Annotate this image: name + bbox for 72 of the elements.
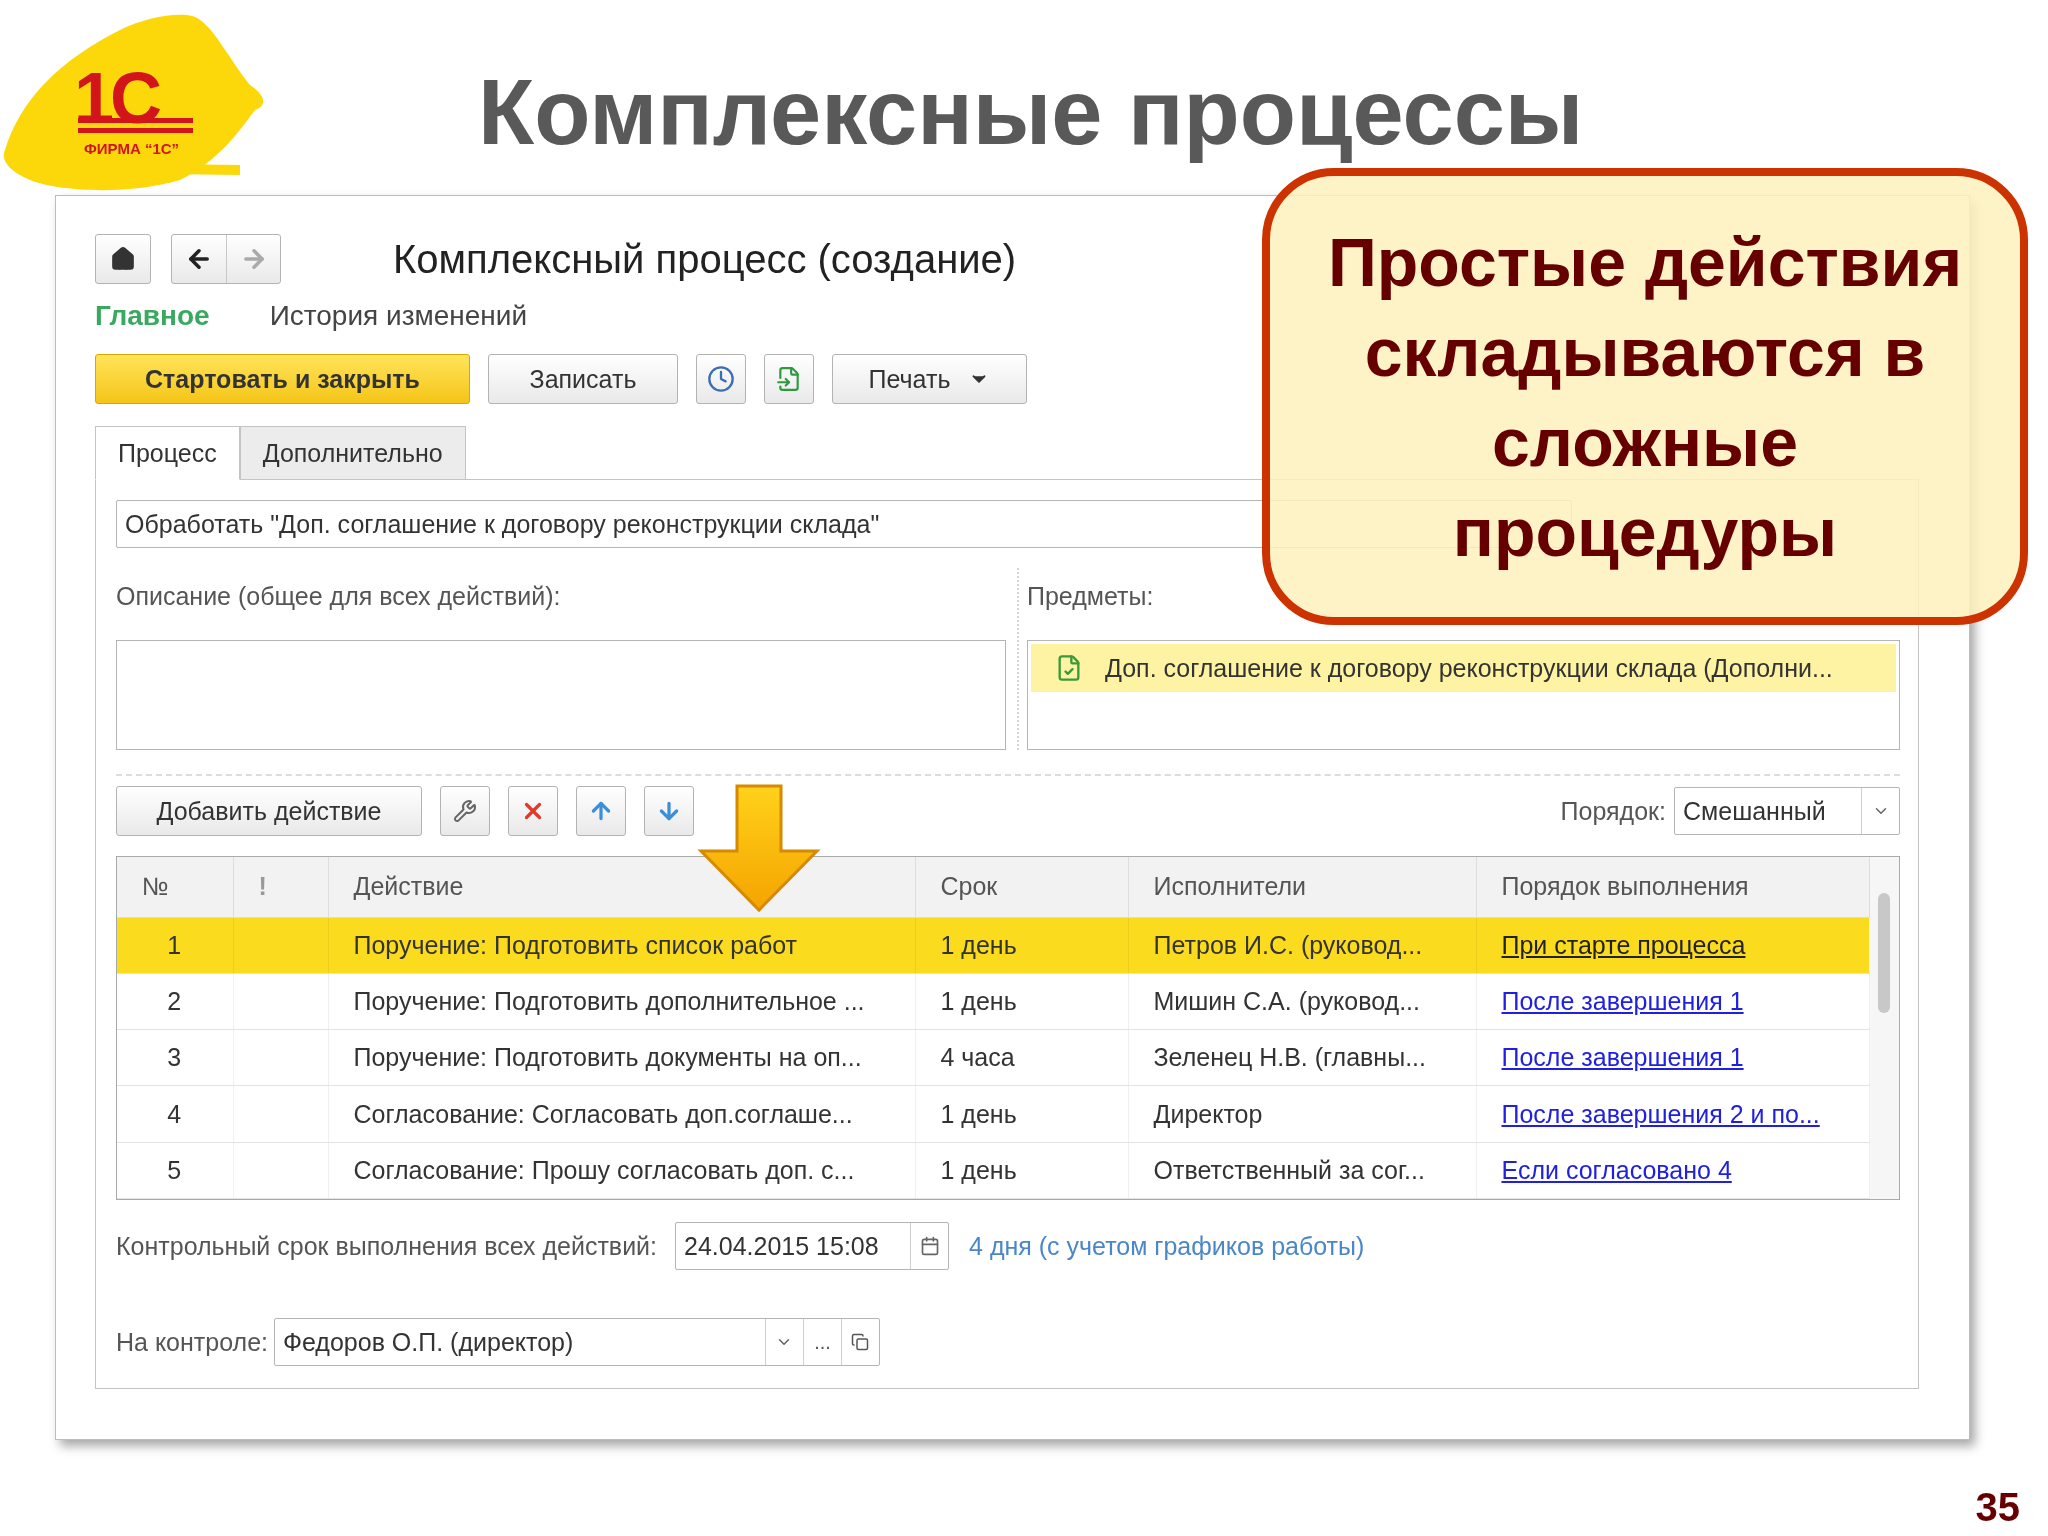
table-cell: Зеленец Н.В. (главны... [1128,1029,1476,1086]
table-cell: 1 [117,917,233,974]
home-button[interactable] [95,234,151,284]
column-header[interactable]: Срок [915,857,1128,917]
clock-icon [707,365,735,393]
subject-item[interactable]: Доп. соглашение к договору реконструкции склада (Дополни... [1031,644,1896,692]
table-cell: Поручение: Подготовить список работ [328,917,915,974]
order-field[interactable]: Смешанный [1674,787,1900,835]
table-cell: Согласование: Прошу согласовать доп. с... [328,1142,915,1199]
order-link[interactable]: После завершения 1 [1501,986,1744,1015]
duration-link[interactable]: 4 дня (с учетом графиков работы) [969,1231,1365,1261]
order-link[interactable]: После завершения 2 и по... [1501,1099,1820,1128]
column-header[interactable]: Действие [328,857,915,917]
home-icon [110,246,136,272]
tab[interactable]: Дополнительно [239,426,466,480]
order-link[interactable]: При старте процесса [1501,930,1746,959]
table-row[interactable]: 3 Поручение: Подготовить документы на оп... 4 часа Зеленец Н.В. (главны... После завершения 1 [117,1029,1869,1086]
tab[interactable]: Процесс [95,426,240,480]
controller-label: На контроле: [116,1327,268,1357]
slide-title: Комплексные процессы [478,60,1584,165]
table-cell: 1 день [915,1142,1128,1199]
document-button[interactable] [764,354,814,404]
clock-button[interactable] [696,354,746,404]
table-cell: Ответственный за сог... [1128,1142,1476,1199]
print-button[interactable]: Печать [832,354,1027,404]
column-header[interactable]: № [117,857,233,917]
start-and-close-button[interactable]: Стартовать и закрыть [95,354,470,404]
deadline-label: Контрольный срок выполнения всех действий: [116,1231,658,1261]
order-label: Порядок: [1560,796,1666,826]
delete-button[interactable] [508,786,558,836]
description-field[interactable] [116,640,1006,750]
table-cell: 1 день [915,973,1128,1030]
column-header[interactable]: Исполнители [1128,857,1476,917]
table-row[interactable]: 4 Согласование: Согласовать доп.соглаше... 1 день Директор После завершения 2 и по... [117,1085,1869,1143]
logo-caption: ФИРМА “1С” [84,140,180,157]
window-title: Комплексный процесс (создание) [393,236,1017,282]
open-window-icon [851,1333,870,1351]
scrollbar[interactable] [1869,857,1899,1199]
table-cell: Петров И.С. (руковод... [1128,917,1476,974]
order-link[interactable]: Если согласовано 4 [1501,1155,1732,1184]
table-row[interactable]: 2 Поручение: Подготовить дополнительное ... 1 день Мишин С.А. (руковод... После завершения 1 [117,973,1869,1030]
description-label: Описание (общее для всех действий): [116,581,561,611]
table-cell: 5 [117,1142,233,1199]
wrench-button[interactable] [440,786,490,836]
controller-field[interactable]: Федоров О.П. (директор) ... [274,1318,880,1366]
save-button[interactable]: Записать [488,354,678,404]
wrench-icon [453,799,477,823]
section-link[interactable]: История изменений [269,300,528,332]
move-down-button[interactable] [644,786,694,836]
calendar-icon [919,1236,940,1256]
table-cell: Поручение: Подготовить документы на оп... [328,1029,915,1086]
deadline-field[interactable]: 24.04.2015 15:08 [675,1222,950,1270]
table-row[interactable]: 1 Поручение: Подготовить список работ 1 день Петров И.С. (руковод... При старте процесса [117,917,1869,974]
select-button[interactable]: ... [803,1319,841,1365]
subjects-label: Предметы: [1027,581,1154,611]
move-up-button[interactable] [576,786,626,836]
table-cell: Поручение: Подготовить дополнительное ... [328,973,915,1030]
page-number: 35 [1975,1485,2020,1530]
table-cell: 4 [117,1085,233,1143]
column-header[interactable]: Порядок выполнения [1476,857,1869,917]
order-link[interactable]: После завершения 1 [1501,1043,1744,1072]
table-cell: 1 день [915,917,1128,974]
table-cell: Директор [1128,1085,1476,1143]
table-row[interactable]: 5 Согласование: Прошу согласовать доп. с... 1 день Ответственный за сог... Если согласовано 4 [117,1142,1869,1199]
document-icon [776,366,802,392]
table-cell: 4 часа [915,1029,1128,1086]
table-cell: 1 день [915,1085,1128,1143]
table-cell: Согласование: Согласовать доп.соглаше... [328,1085,915,1143]
table-cell: Мишин С.А. (руковод... [1128,973,1476,1030]
table-cell: 2 [117,973,233,1030]
table-cell: 3 [117,1029,233,1086]
add-action-button[interactable]: Добавить действие [116,786,422,836]
